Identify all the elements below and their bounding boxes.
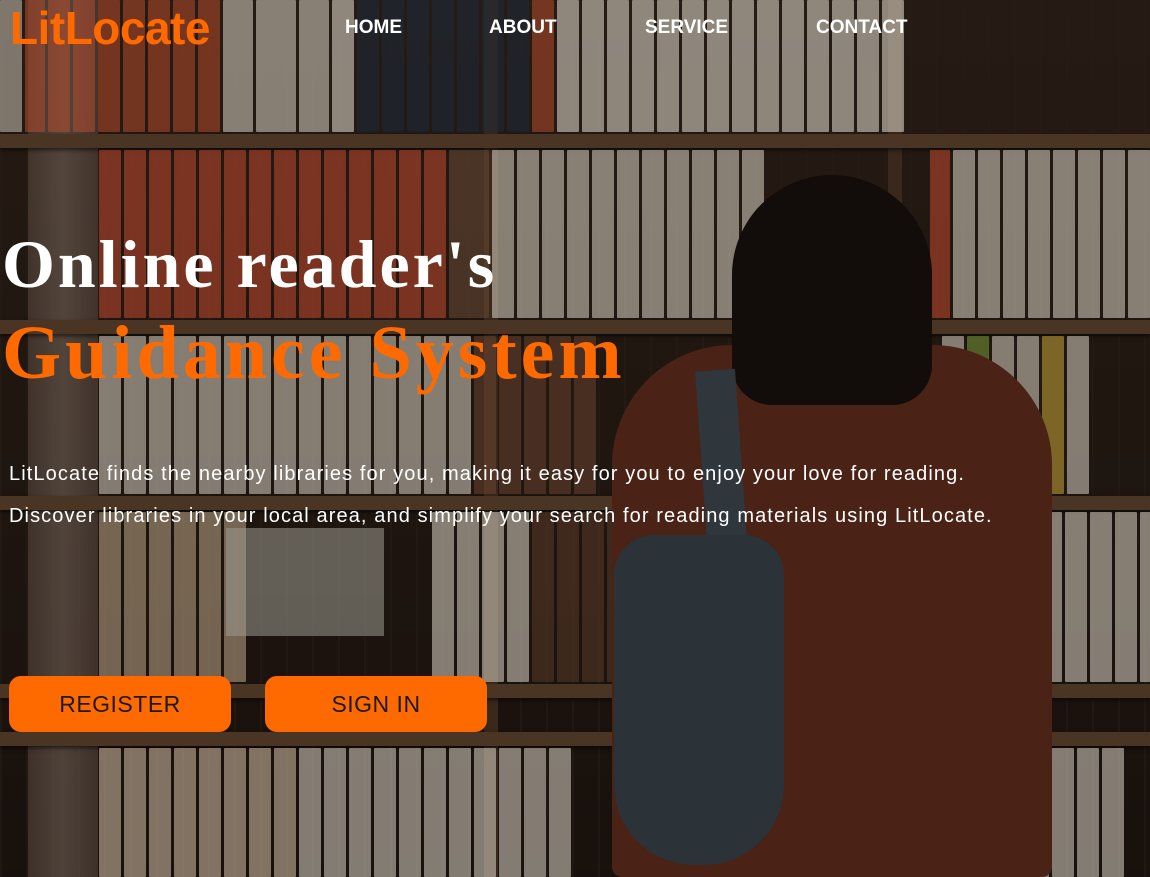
nav-home-link[interactable]: HOME <box>345 17 402 39</box>
background-image <box>0 0 1150 877</box>
background-price-sign <box>226 528 384 636</box>
nav-service-link[interactable]: SERVICE <box>645 17 728 39</box>
nav-about-link[interactable]: ABOUT <box>489 17 557 39</box>
background-person-hair <box>732 175 932 405</box>
hero-title-line2: Guidance System <box>2 311 626 395</box>
background-bag <box>614 535 784 865</box>
brand-logo[interactable]: LitLocate <box>10 1 210 55</box>
background-shelf <box>0 134 1150 148</box>
hero-title-line1: Online reader's <box>2 226 498 302</box>
hero-description-line1: LitLocate finds the nearby libraries for… <box>9 463 966 485</box>
nav-contact-link[interactable]: CONTACT <box>816 17 907 39</box>
hero-description-line2: Discover libraries in your local area, a… <box>9 505 993 527</box>
sign-in-button[interactable]: SIGN IN <box>265 676 487 732</box>
register-button[interactable]: REGISTER <box>9 676 231 732</box>
hero-section: LitLocate HOME ABOUT SERVICE CONTACT Onl… <box>0 0 1150 877</box>
